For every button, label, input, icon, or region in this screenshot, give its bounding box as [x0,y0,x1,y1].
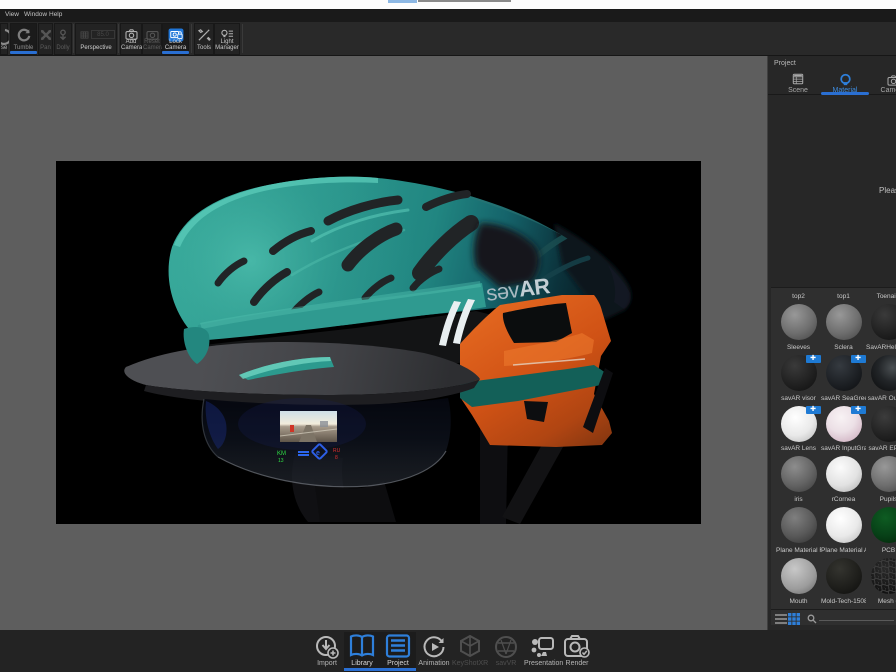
svg-text:RU: RU [333,448,341,454]
svg-text:KM: KM [277,451,286,457]
svg-text:AR: AR [517,273,551,302]
svg-text:8: 8 [335,455,338,461]
svg-text:e: e [316,450,320,457]
svg-text:səv: səv [485,277,521,306]
svg-text:13: 13 [278,458,284,464]
